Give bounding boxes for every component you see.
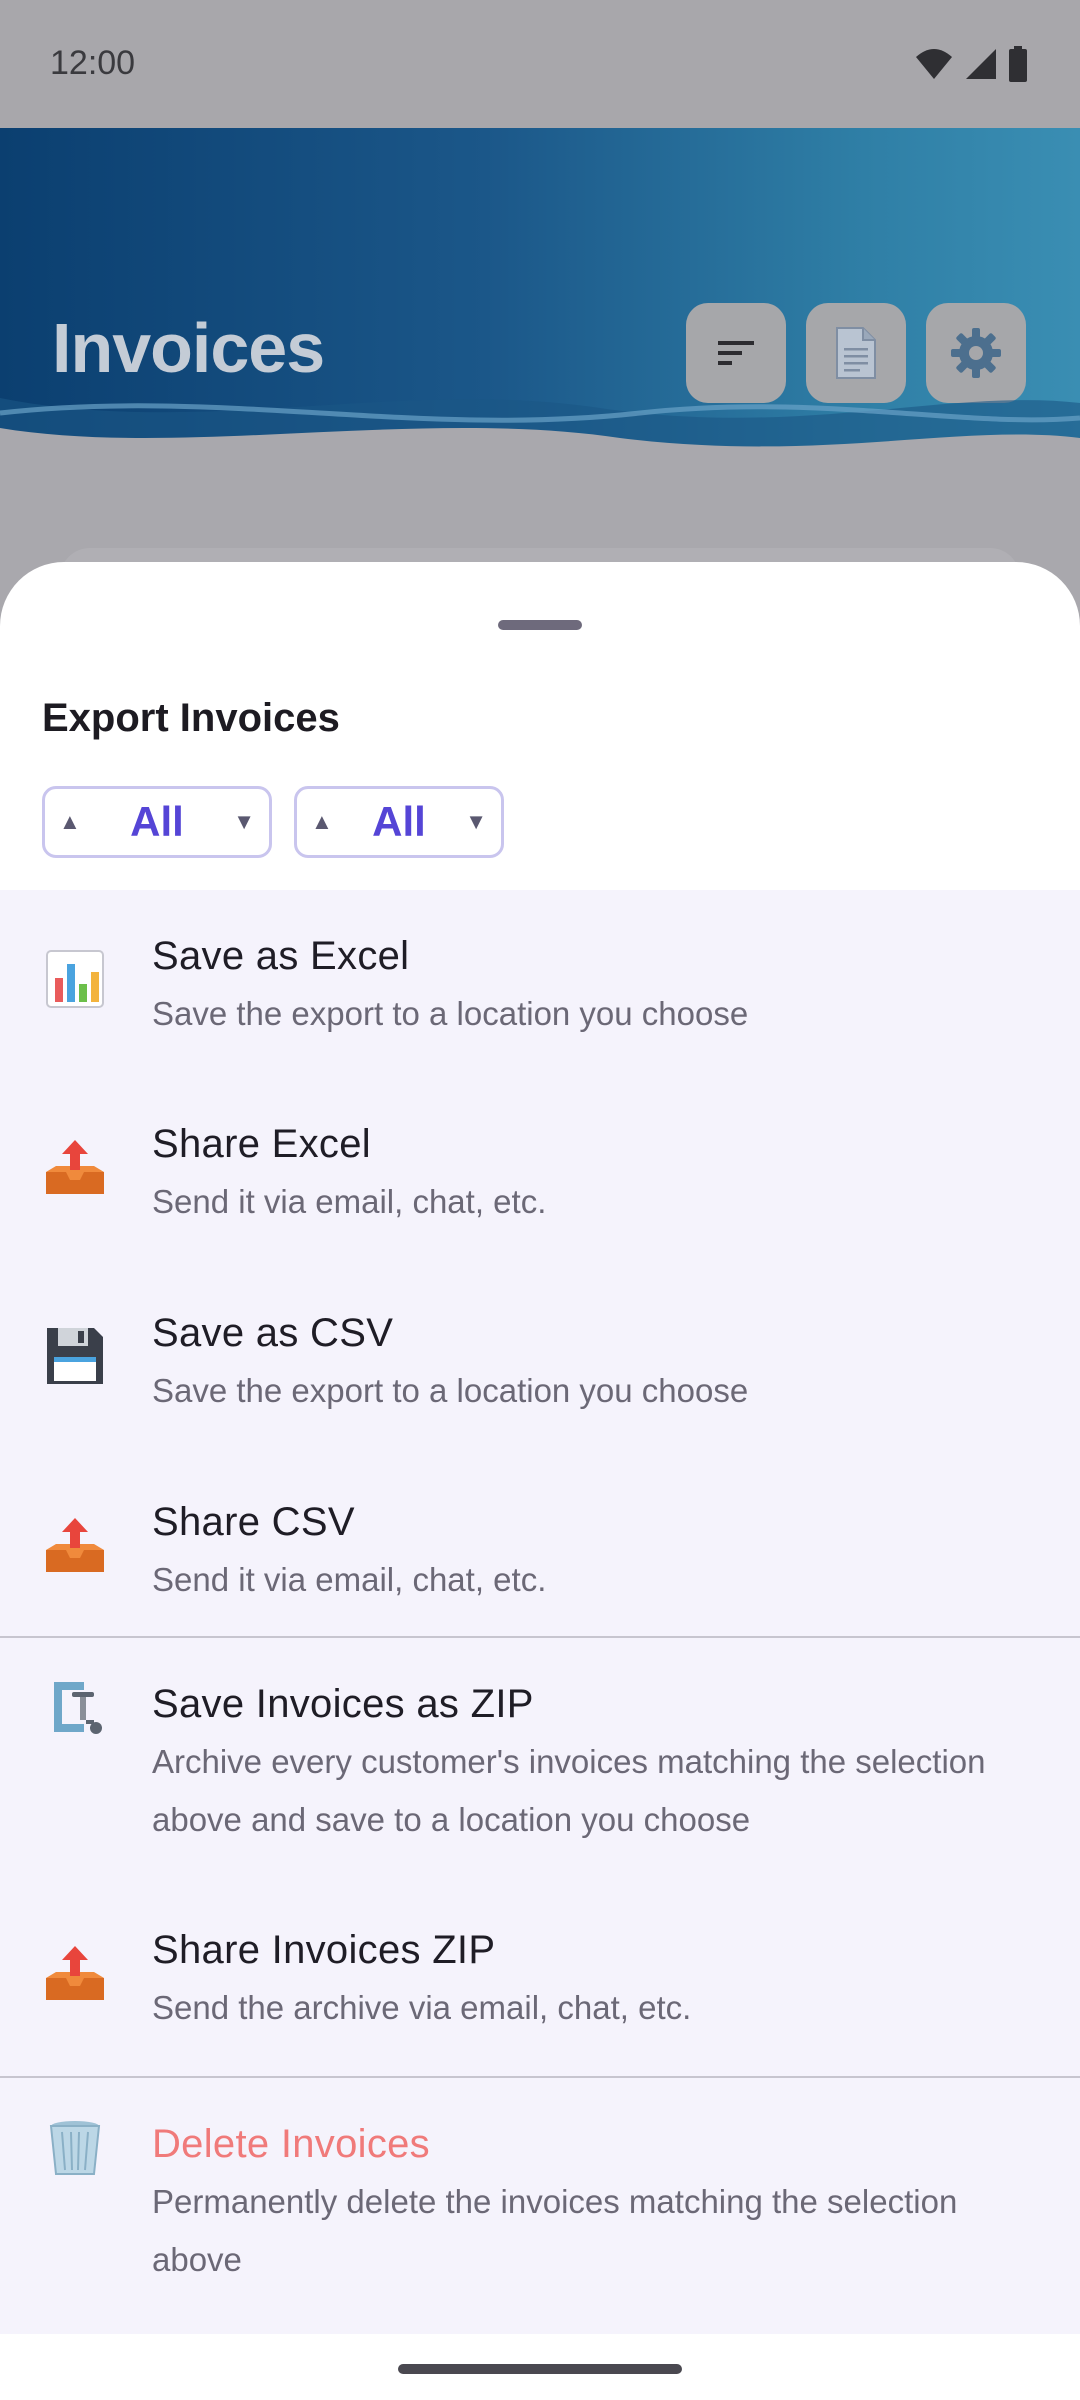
caret-down-icon: ▼ [465,809,487,834]
list-item-delete-invoices[interactable]: Delete Invoices Permanently delete the i… [0,2078,1080,2338]
sheet-title: Export Invoices [42,696,340,740]
filter-dropdown-2[interactable]: ▲ All ▼ [294,786,504,858]
export-options-list: Save as Excel Save the export to a locat… [0,890,1080,2338]
filter-value: All [372,798,426,845]
signal-icon [966,49,996,79]
status-time: 12:00 [50,44,136,82]
list-item-save-excel[interactable]: Save as Excel Save the export to a locat… [0,890,1080,1078]
home-gesture-bar[interactable] [398,2364,682,2374]
item-title: Save Invoices as ZIP [152,1682,534,1726]
bar-chart-icon [42,946,108,1012]
item-title: Save as Excel [152,934,410,978]
floppy-disk-icon [42,1323,108,1389]
caret-up-icon: ▲ [311,809,333,834]
battery-icon [1009,46,1027,82]
item-title: Delete Invoices [152,2122,430,2166]
wastebasket-icon [42,2114,108,2180]
drag-handle[interactable] [498,620,582,630]
item-subtitle: Save the export to a location you choose [152,995,749,1032]
list-item-save-zip[interactable]: Save Invoices as ZIP Archive every custo… [0,1638,1080,1884]
navigation-bar [0,2334,1080,2400]
export-bottom-sheet: Export Invoices ▲ All ▼ ▲ All ▼ Save as … [0,562,1080,2400]
item-subtitle: Send the archive via email, chat, etc. [152,1989,692,2026]
header-wave-decoration [0,398,1080,468]
item-subtitle: Save the export to a location you choose [152,1372,749,1409]
item-subtitle: Send it via email, chat, etc. [152,1183,547,1220]
item-subtitle: Archive every customer's invoices matchi… [152,1743,986,1838]
clamp-icon [42,1674,108,1740]
list-item-share-csv[interactable]: Share CSV Send it via email, chat, etc. [0,1456,1080,1636]
caret-up-icon: ▲ [59,809,81,834]
filter-value: All [130,798,184,845]
status-bar: 12:00 [0,0,1080,128]
caret-down-icon: ▼ [233,809,255,834]
list-item-share-zip[interactable]: Share Invoices ZIP Send the archive via … [0,1884,1080,2076]
item-title: Share Excel [152,1122,371,1166]
status-icons [914,46,1028,82]
item-title: Share Invoices ZIP [152,1928,496,1972]
item-subtitle: Permanently delete the invoices matching… [152,2183,958,2278]
list-item-save-csv[interactable]: Save as CSV Save the export to a locatio… [0,1267,1080,1456]
item-title: Save as CSV [152,1311,394,1355]
outbox-tray-icon [42,1512,108,1578]
outbox-tray-icon [42,1940,108,2006]
sort-icon [718,341,754,365]
filter-dropdown-1[interactable]: ▲ All ▼ [42,786,272,858]
app-header: Invoices [0,128,1080,468]
item-title: Share CSV [152,1500,355,1544]
list-item-share-excel[interactable]: Share Excel Send it via email, chat, etc… [0,1078,1080,1267]
wifi-icon [916,49,952,79]
item-subtitle: Send it via email, chat, etc. [152,1561,547,1598]
outbox-tray-icon [42,1134,108,1200]
